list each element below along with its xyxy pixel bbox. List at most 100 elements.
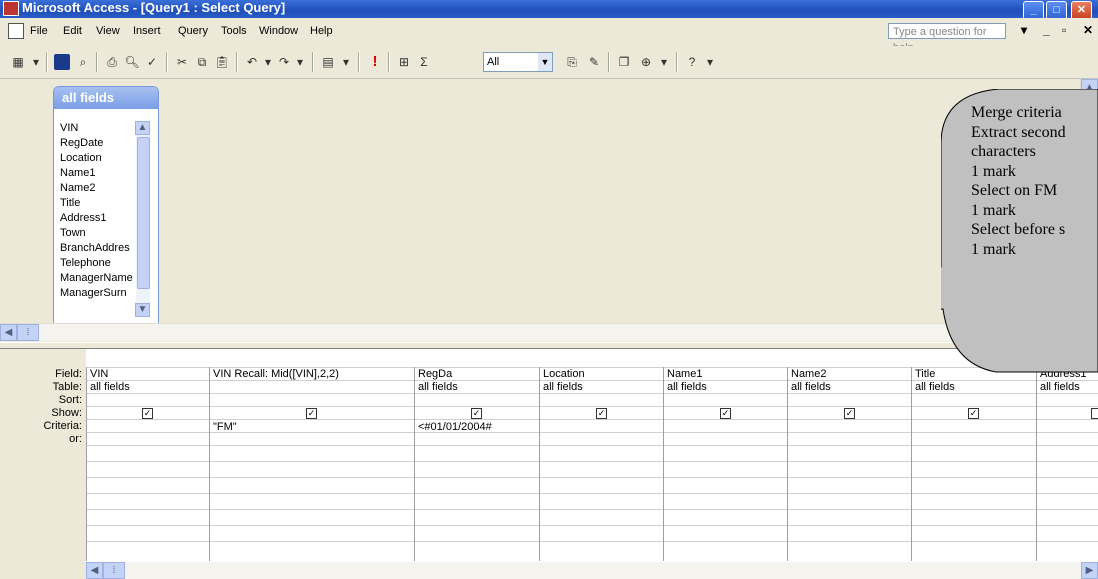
field-cell[interactable]: VIN [90, 368, 205, 380]
grid-column-separator[interactable] [1036, 367, 1037, 561]
copy-icon[interactable]: ⧉ [194, 54, 210, 70]
field-list-scrollbar[interactable]: ▲ ▼ [135, 121, 150, 317]
grid-column-separator[interactable] [911, 367, 912, 561]
cut-icon[interactable]: ✂ [174, 54, 190, 70]
field-cell[interactable]: Name2 [791, 368, 907, 380]
scroll-down-icon[interactable]: ▼ [135, 303, 150, 317]
scroll-thumb[interactable]: ⦙ [17, 324, 39, 341]
field-list-item[interactable]: Telephone [60, 256, 135, 271]
field-list-item[interactable]: BranchAddres [60, 241, 135, 256]
field-list-item[interactable]: Name1 [60, 166, 135, 181]
grid-column-separator[interactable] [663, 367, 664, 561]
field-cell[interactable]: RegDa [418, 368, 535, 380]
redo-dropdown-icon[interactable]: ▾ [292, 54, 308, 70]
chevron-down-icon[interactable]: ▼ [538, 53, 552, 71]
menu-window[interactable]: Window [259, 25, 298, 37]
new-object-dropdown-icon[interactable]: ▾ [656, 54, 672, 70]
table-cell[interactable]: all fields [791, 381, 907, 393]
menu-query[interactable]: Query [178, 25, 208, 37]
scroll-up-icon[interactable]: ▲ [135, 121, 150, 135]
show-checkbox[interactable]: ✓ [142, 408, 153, 419]
mdi-restore-icon[interactable]: ▫ [1062, 23, 1066, 37]
new-object-icon[interactable]: ⊕ [638, 54, 654, 70]
show-checkbox[interactable]: ✓ [596, 408, 607, 419]
menu-tools[interactable]: Tools [221, 25, 247, 37]
criteria-cell[interactable]: "FM" [213, 421, 410, 433]
undo-dropdown-icon[interactable]: ▾ [260, 54, 276, 70]
query-design-grid[interactable]: Field: Table: Sort: Show: Criteria: or: … [0, 349, 1098, 579]
show-checkbox[interactable] [1091, 408, 1098, 419]
mdi-close-icon[interactable]: ✕ [1083, 23, 1093, 37]
scroll-thumb[interactable] [137, 137, 150, 289]
table-cell[interactable]: all fields [667, 381, 783, 393]
toolbar-options-icon[interactable]: ▾ [702, 54, 718, 70]
field-cell[interactable]: VIN Recall: Mid([VIN],2,2) [213, 368, 410, 380]
scroll-right-icon[interactable]: ▶ [1081, 562, 1098, 579]
query-document-icon[interactable] [8, 23, 24, 39]
view-icon[interactable]: ▦ [10, 54, 26, 70]
menu-edit[interactable]: Edit [63, 25, 82, 37]
builder-icon[interactable]: ✎ [586, 54, 602, 70]
show-checkbox[interactable]: ✓ [844, 408, 855, 419]
scroll-left-icon[interactable]: ◀ [0, 324, 17, 341]
table-cell[interactable]: all fields [418, 381, 535, 393]
run-icon[interactable]: ! [367, 54, 383, 70]
paste-icon[interactable]: 📋︎ [214, 54, 230, 70]
print-preview-icon[interactable]: 🔍︎ [124, 54, 140, 70]
show-checkbox[interactable]: ✓ [306, 408, 317, 419]
field-list-item[interactable]: Location [60, 151, 135, 166]
table-cell[interactable]: all fields [543, 381, 659, 393]
show-checkbox[interactable]: ✓ [720, 408, 731, 419]
show-checkbox[interactable]: ✓ [471, 408, 482, 419]
pane-splitter[interactable] [0, 342, 1098, 349]
minimize-icon[interactable]: _ [1023, 1, 1044, 18]
redo-icon[interactable]: ↷ [276, 54, 292, 70]
field-list-item[interactable]: RegDate [60, 136, 135, 151]
grid-column-separator[interactable] [787, 367, 788, 561]
query-type-icon[interactable]: ▤ [320, 54, 336, 70]
scroll-left-icon[interactable]: ◀ [86, 562, 103, 579]
scroll-thumb[interactable]: ⦙ [103, 562, 125, 579]
show-checkbox[interactable]: ✓ [968, 408, 979, 419]
field-list-item[interactable]: VIN [60, 121, 135, 136]
query-type-dropdown-icon[interactable]: ▾ [338, 54, 354, 70]
menu-view[interactable]: View [96, 25, 120, 37]
undo-icon[interactable]: ↶ [244, 54, 260, 70]
menu-file[interactable]: File [30, 25, 48, 37]
top-values-select[interactable]: All ▼ [483, 52, 553, 72]
properties-icon[interactable]: ⎘ [564, 54, 580, 70]
show-table-icon[interactable]: ⊞ [396, 54, 412, 70]
close-icon[interactable]: ✕ [1071, 1, 1092, 18]
help-icon[interactable]: ? [684, 54, 700, 70]
field-list-item[interactable]: Town [60, 226, 135, 241]
grid-column-separator[interactable] [539, 367, 540, 561]
access-app-icon[interactable] [3, 1, 19, 16]
menu-help[interactable]: Help [310, 25, 333, 37]
maximize-icon[interactable]: □ [1046, 1, 1067, 18]
criteria-cell[interactable]: <#01/01/2004# [418, 421, 535, 433]
mdi-minimize-icon[interactable]: _ [1043, 23, 1050, 37]
file-search-icon[interactable]: ⌕ [75, 54, 91, 70]
field-cell[interactable]: Name1 [667, 368, 783, 380]
totals-sigma-icon[interactable]: Σ [416, 54, 432, 70]
grid-column-separator[interactable] [209, 367, 210, 561]
grid-column-separator[interactable] [86, 367, 87, 561]
help-dropdown-icon[interactable]: ▾ [1021, 23, 1027, 37]
field-list-item[interactable]: ManagerSurn [60, 286, 135, 301]
save-icon[interactable] [54, 54, 70, 70]
menu-insert[interactable]: Insert [133, 25, 161, 37]
field-list-item[interactable]: Address1 [60, 211, 135, 226]
field-list-title[interactable]: all fields [54, 87, 158, 109]
grid-horizontal-scrollbar[interactable]: ◀ ⦙ ▶ [86, 562, 1098, 579]
table-cell[interactable]: all fields [90, 381, 205, 393]
grid-column-separator[interactable] [414, 367, 415, 561]
print-icon[interactable]: ⎙ [104, 54, 120, 70]
help-search-input[interactable]: Type a question for help [888, 23, 1006, 54]
field-list-item[interactable]: Title [60, 196, 135, 211]
field-cell[interactable]: Location [543, 368, 659, 380]
table-pane-horizontal-scrollbar[interactable]: ◀ ⦙ [0, 323, 1081, 341]
spelling-icon[interactable]: ✓ [144, 54, 160, 70]
database-window-icon[interactable]: ❐ [616, 54, 632, 70]
field-list-item[interactable]: Name2 [60, 181, 135, 196]
table-pane[interactable]: all fields VIN RegDate Location Name1 Na… [0, 79, 1098, 341]
